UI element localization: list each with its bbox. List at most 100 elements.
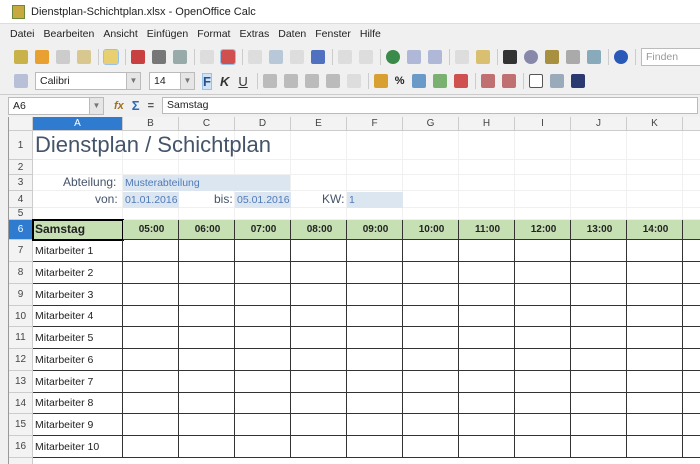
- shift-cell[interactable]: [123, 393, 179, 414]
- time-header[interactable]: 07:00: [235, 220, 291, 240]
- cell[interactable]: [627, 131, 683, 160]
- sort-ascending-icon[interactable]: [407, 50, 421, 64]
- employee-name[interactable]: Mitarbeiter 4: [33, 306, 123, 327]
- shift-cell[interactable]: [459, 371, 515, 393]
- employee-name[interactable]: Mitarbeiter 10: [33, 436, 123, 458]
- shift-cell[interactable]: [347, 306, 403, 327]
- cell[interactable]: [627, 175, 683, 191]
- employee-name[interactable]: Mitarbeiter 2: [33, 262, 123, 284]
- cell[interactable]: [515, 208, 571, 220]
- cell[interactable]: [571, 208, 627, 220]
- cell[interactable]: [235, 160, 291, 175]
- employee-name[interactable]: Mitarbeiter 8: [33, 393, 123, 414]
- autospellcheck-icon[interactable]: [220, 49, 236, 65]
- menu-einfügen[interactable]: Einfügen: [147, 28, 188, 46]
- row-header-14[interactable]: 14: [9, 393, 33, 414]
- cell[interactable]: [459, 175, 515, 191]
- shift-cell[interactable]: [179, 262, 235, 284]
- shift-cell[interactable]: [179, 306, 235, 327]
- align-right-icon[interactable]: [304, 74, 319, 88]
- shift-cell[interactable]: [683, 393, 700, 414]
- day-cell[interactable]: Samstag: [32, 219, 124, 241]
- shift-cell[interactable]: [571, 262, 627, 284]
- menu-datei[interactable]: Datei: [10, 28, 35, 46]
- shift-cell[interactable]: [683, 349, 700, 371]
- column-header-G[interactable]: G: [403, 117, 459, 131]
- cell[interactable]: [571, 191, 627, 208]
- row-header-4[interactable]: 4: [9, 191, 33, 208]
- shift-cell[interactable]: [235, 327, 291, 349]
- shift-cell[interactable]: [515, 262, 571, 284]
- cell[interactable]: [235, 208, 291, 220]
- shift-cell[interactable]: [235, 262, 291, 284]
- shift-cell[interactable]: [403, 371, 459, 393]
- font-color-icon[interactable]: [570, 74, 585, 88]
- time-header[interactable]: 09:00: [347, 220, 403, 240]
- shift-cell[interactable]: [403, 327, 459, 349]
- shift-cell[interactable]: [571, 284, 627, 306]
- shift-cell[interactable]: [459, 327, 515, 349]
- cell[interactable]: [347, 131, 403, 160]
- styles-icon[interactable]: [14, 74, 28, 88]
- shift-cell[interactable]: [235, 393, 291, 414]
- cell[interactable]: [291, 175, 347, 191]
- shift-cell[interactable]: [627, 349, 683, 371]
- shift-cell[interactable]: [123, 371, 179, 393]
- shift-cell[interactable]: [571, 393, 627, 414]
- menu-fenster[interactable]: Fenster: [315, 28, 351, 46]
- shift-cell[interactable]: [235, 284, 291, 306]
- cell[interactable]: [459, 160, 515, 175]
- justify-icon[interactable]: [325, 74, 340, 88]
- column-header-D[interactable]: D: [235, 117, 291, 131]
- add-decimal-icon[interactable]: [432, 74, 447, 88]
- name-box[interactable]: A6 ▼: [8, 96, 104, 115]
- undo-icon[interactable]: [338, 50, 352, 64]
- shift-cell[interactable]: [627, 327, 683, 349]
- shift-cell[interactable]: [291, 393, 347, 414]
- shift-cell[interactable]: [291, 371, 347, 393]
- row-header-3[interactable]: 3: [9, 175, 33, 191]
- cell[interactable]: [403, 191, 459, 208]
- cell[interactable]: [683, 160, 700, 175]
- shift-cell[interactable]: [291, 306, 347, 327]
- print-preview-icon[interactable]: [173, 50, 187, 64]
- shift-cell[interactable]: [347, 240, 403, 262]
- shift-cell[interactable]: [515, 349, 571, 371]
- font-size-select[interactable]: 14 ▼: [149, 72, 195, 90]
- shift-cell[interactable]: [123, 414, 179, 436]
- shift-cell[interactable]: [627, 414, 683, 436]
- shift-cell[interactable]: [179, 371, 235, 393]
- italic-button[interactable]: K: [220, 74, 229, 89]
- shift-cell[interactable]: [403, 349, 459, 371]
- shift-cell[interactable]: [403, 414, 459, 436]
- column-header-E[interactable]: E: [291, 117, 347, 131]
- column-header-K[interactable]: K: [627, 117, 683, 131]
- gallery-icon[interactable]: [545, 50, 559, 64]
- paste-icon[interactable]: [290, 50, 304, 64]
- open-folder-icon[interactable]: [35, 50, 49, 64]
- cell[interactable]: [627, 191, 683, 208]
- shift-cell[interactable]: [683, 327, 700, 349]
- help-icon[interactable]: [614, 50, 628, 64]
- cell[interactable]: [571, 131, 627, 160]
- employee-name[interactable]: Mitarbeiter 7: [33, 371, 123, 393]
- cell[interactable]: [179, 208, 235, 220]
- shift-cell[interactable]: [347, 371, 403, 393]
- edit-mode-icon[interactable]: [103, 49, 119, 65]
- cell[interactable]: [683, 175, 700, 191]
- row-header-2[interactable]: 2: [9, 160, 33, 175]
- row-header-10[interactable]: 10: [9, 306, 33, 327]
- align-left-icon[interactable]: [262, 74, 277, 88]
- navigator-icon[interactable]: [524, 50, 538, 64]
- shift-cell[interactable]: [235, 436, 291, 458]
- shift-cell[interactable]: [235, 371, 291, 393]
- shift-cell[interactable]: [515, 393, 571, 414]
- chevron-down-icon[interactable]: ▼: [180, 73, 194, 89]
- time-header[interactable]: 10:00: [403, 220, 459, 240]
- cell[interactable]: [403, 208, 459, 220]
- row-header-1[interactable]: 1: [9, 131, 33, 160]
- cell[interactable]: [459, 191, 515, 208]
- background-color-icon[interactable]: [549, 74, 564, 88]
- hyperlink-icon[interactable]: [386, 50, 400, 64]
- time-header[interactable]: 11:00: [459, 220, 515, 240]
